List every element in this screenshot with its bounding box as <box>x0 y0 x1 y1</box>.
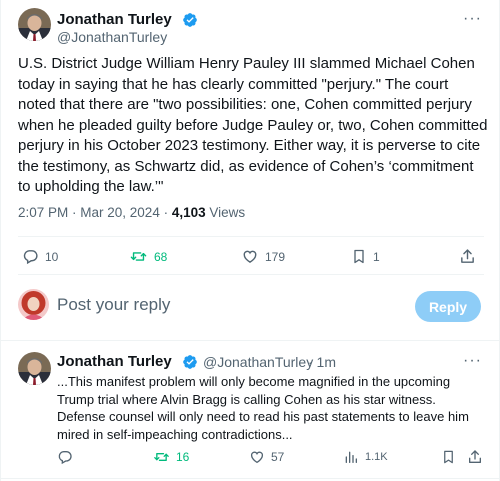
bookmark-count: 1 <box>373 249 380 264</box>
share-action[interactable] <box>467 449 483 465</box>
reply-button[interactable]: Reply <box>415 291 481 322</box>
reply-author-name[interactable]: Jonathan Turley <box>57 353 172 370</box>
bookmark-icon <box>444 450 453 464</box>
retweet-count: 68 <box>154 249 168 264</box>
divider <box>1 340 500 341</box>
reply-author-avatar[interactable] <box>18 352 51 385</box>
reply-input[interactable]: Post your reply <box>57 295 170 315</box>
retweet-icon <box>154 453 169 461</box>
heart-icon <box>251 451 263 464</box>
heart-icon <box>243 250 257 263</box>
reply-views-count: 1.1K <box>365 451 388 463</box>
divider <box>18 274 484 275</box>
reply-action[interactable]: 10 <box>22 248 58 265</box>
author-avatar[interactable] <box>18 8 51 41</box>
reply-count: 10 <box>45 249 59 264</box>
share-icon <box>461 249 474 263</box>
more-options-icon[interactable]: ··· <box>463 352 482 370</box>
views-count: 4,103 <box>171 205 206 220</box>
verified-badge-icon <box>183 355 197 369</box>
author-handle[interactable]: @JonathanTurley <box>57 29 167 45</box>
bookmark-icon <box>354 249 364 264</box>
reply-author-handle[interactable]: @JonathanTurley <box>203 354 313 370</box>
divider <box>1 478 500 479</box>
reply-like-count: 57 <box>271 450 285 464</box>
author-name[interactable]: Jonathan Turley <box>57 11 172 28</box>
tweet-timestamp[interactable]: 2:07 PM · Mar 20, 2024 · <box>18 205 172 220</box>
like-count: 179 <box>265 249 286 264</box>
divider <box>18 236 484 237</box>
tweet-thread: Jonathan Turley @JonathanTurley ··· U.S.… <box>0 0 500 481</box>
more-options-icon[interactable]: ··· <box>463 10 482 28</box>
views-label: Views <box>205 205 246 220</box>
like-action[interactable]: 57 <box>249 449 284 465</box>
retweet-action[interactable]: 68 <box>129 248 167 265</box>
tweet-text: U.S. District Judge William Henry Pauley… <box>18 55 488 195</box>
reply-icon <box>23 250 38 265</box>
reply-retweet-count: 16 <box>176 450 190 464</box>
views-action[interactable]: 1.1K <box>343 449 388 465</box>
retweet-action[interactable]: 16 <box>153 449 189 465</box>
tweet-meta: 2:07 PM · Mar 20, 2024 · 4,103 Views <box>18 205 245 220</box>
reply-time[interactable]: · 1m <box>308 354 336 370</box>
bookmark-action[interactable] <box>441 449 456 465</box>
retweet-icon <box>130 252 147 261</box>
bookmark-action[interactable]: 1 <box>351 248 380 265</box>
share-action[interactable] <box>459 248 476 265</box>
like-action[interactable]: 179 <box>241 248 285 265</box>
share-icon <box>469 450 481 463</box>
analytics-icon <box>345 451 357 463</box>
reply-icon <box>58 451 72 465</box>
current-user-avatar[interactable] <box>18 289 49 320</box>
verified-badge-icon <box>183 13 197 27</box>
reply-action[interactable] <box>57 449 73 465</box>
reply-tweet-text: ...This manifest problem will only becom… <box>57 374 469 442</box>
